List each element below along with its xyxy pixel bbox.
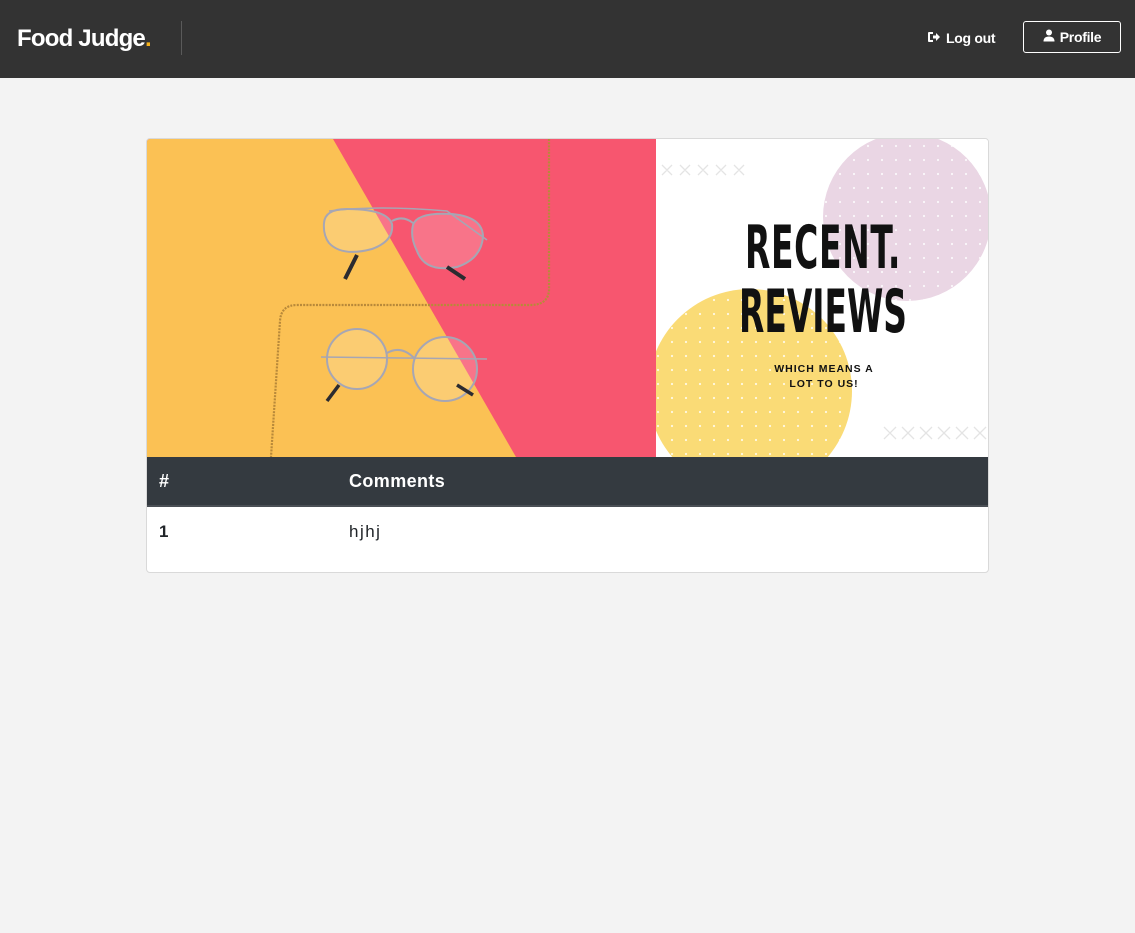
- banner-title-line2: REVIEWS: [739, 277, 907, 347]
- table-header: # Comments: [147, 457, 988, 507]
- brand-text: Food Judge: [17, 25, 146, 52]
- profile-label: Profile: [1059, 29, 1102, 45]
- sign-out-icon: [927, 30, 941, 46]
- column-header-number: #: [159, 471, 170, 491]
- row-comment: hjhj: [349, 522, 382, 541]
- reviews-card: RECENT. REVIEWS WHICH MEANS A LOT TO US!…: [146, 138, 989, 573]
- banner-photo: [147, 139, 656, 457]
- column-header-comments: Comments: [349, 471, 446, 491]
- user-icon: [1043, 29, 1055, 45]
- logout-link[interactable]: Log out: [927, 27, 996, 49]
- row-number: 1: [159, 522, 169, 541]
- brand-divider: [181, 21, 182, 55]
- table-row: 1 hjhj: [147, 507, 988, 572]
- brand-dot: .: [145, 25, 152, 52]
- brand-logo[interactable]: Food Judge.: [17, 23, 152, 55]
- logout-label: Log out: [946, 30, 996, 46]
- banner-title-line1: RECENT.: [745, 213, 901, 283]
- reviews-banner: RECENT. REVIEWS WHICH MEANS A LOT TO US!: [147, 139, 988, 457]
- profile-button[interactable]: Profile: [1023, 21, 1121, 53]
- navbar: Food Judge. Log out Profile: [0, 0, 1135, 78]
- banner-subtitle-line1: WHICH MEANS A: [774, 363, 874, 375]
- banner-subtitle-line2: LOT TO US!: [789, 378, 858, 390]
